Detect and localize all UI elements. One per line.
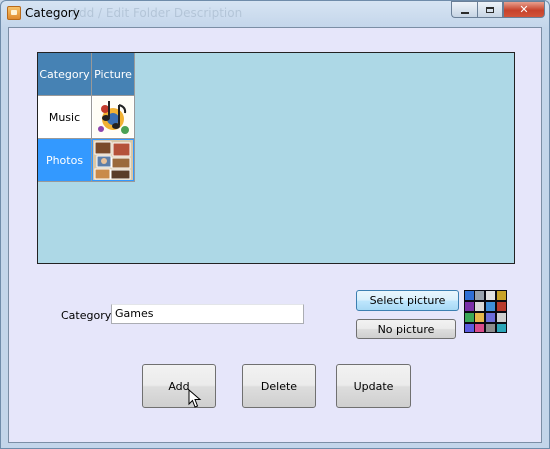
category-label: Category: — [61, 309, 115, 322]
app-icon — [7, 6, 21, 20]
select-picture-button[interactable]: Select picture — [356, 290, 459, 311]
background-window-title: Add / Edit Folder Description — [71, 6, 243, 20]
category-window: Add / Edit Folder Description Category ✕… — [0, 0, 550, 449]
delete-button[interactable]: Delete — [242, 364, 316, 408]
category-input[interactable]: Games — [111, 304, 304, 324]
close-icon: ✕ — [519, 3, 529, 16]
close-button[interactable]: ✕ — [503, 1, 545, 18]
add-button[interactable]: Add — [142, 364, 216, 408]
minimize-icon — [460, 11, 469, 14]
music-notes-icon — [93, 97, 133, 137]
grid-cell-picture-photos[interactable] — [92, 139, 135, 182]
column-header-picture[interactable]: Picture — [92, 53, 135, 96]
grid-cell-category-music[interactable]: Music — [38, 96, 92, 139]
minimize-button[interactable] — [451, 1, 477, 18]
maximize-button[interactable] — [477, 1, 503, 18]
no-picture-button[interactable]: No picture — [356, 319, 456, 339]
grid-cell-picture-music[interactable] — [92, 96, 135, 139]
window-title: Category — [25, 6, 80, 20]
form-client-area: Category Picture Music Photos Category: … — [8, 27, 542, 443]
caption-buttons: ✕ — [451, 1, 545, 19]
category-grid[interactable]: Category Picture Music Photos — [37, 52, 515, 264]
column-header-category[interactable]: Category — [38, 53, 92, 96]
title-bar[interactable]: Add / Edit Folder Description Category ✕ — [1, 1, 549, 27]
photo-collage-icon — [93, 140, 133, 180]
grid-cell-category-photos[interactable]: Photos — [38, 139, 92, 182]
mouse-pointer-icon — [188, 389, 202, 408]
games-icon-collage — [464, 290, 507, 333]
maximize-icon — [486, 6, 494, 13]
selected-picture-preview — [464, 290, 507, 333]
update-button[interactable]: Update — [336, 364, 411, 408]
